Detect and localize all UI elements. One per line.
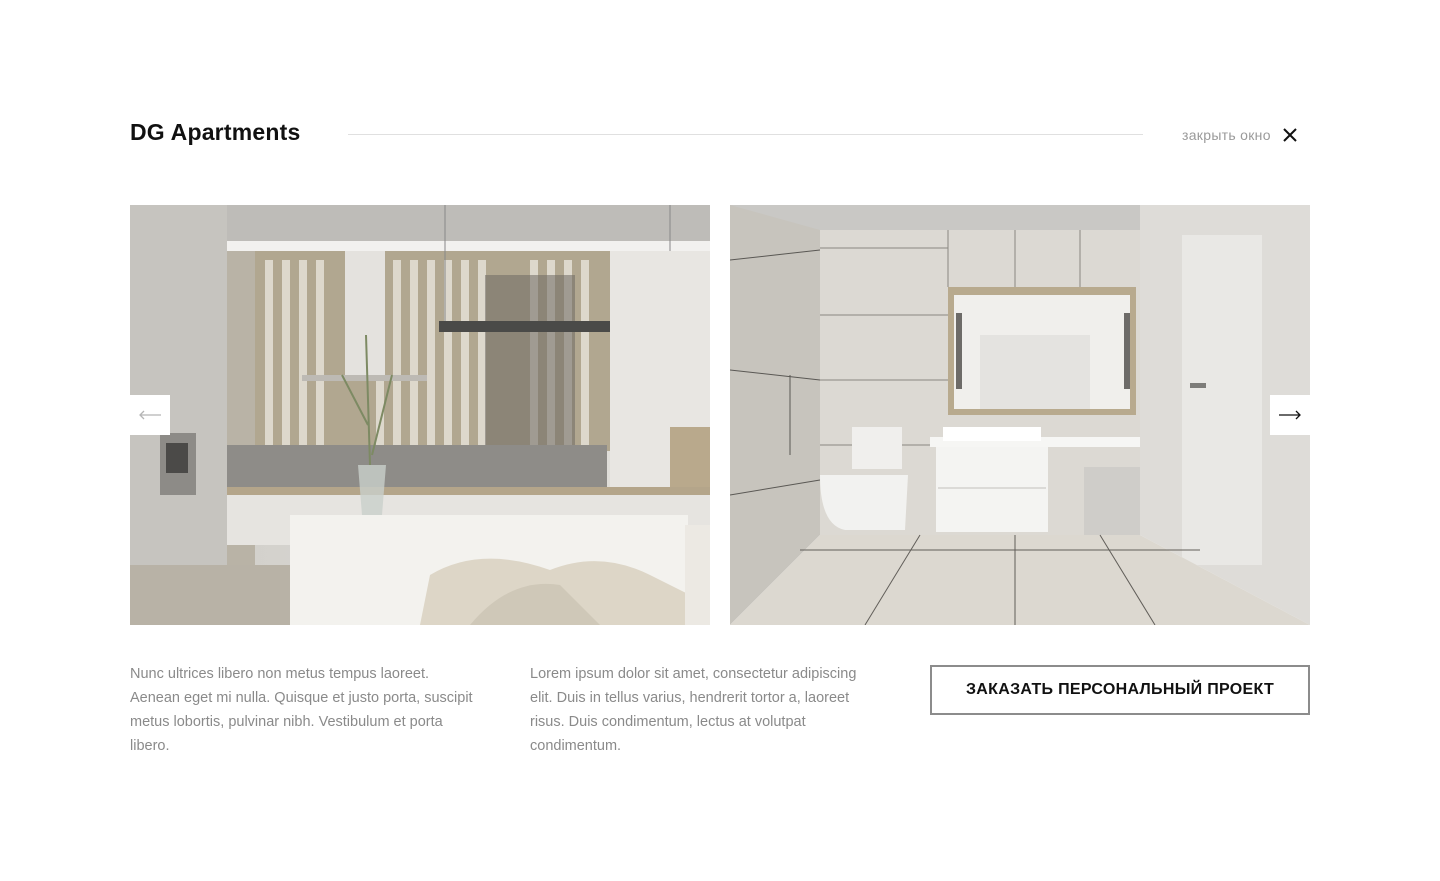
kitchen-illustration (130, 205, 710, 625)
gallery-next-button[interactable] (1270, 395, 1310, 435)
arrow-right-icon (1279, 410, 1301, 420)
order-personal-project-button[interactable]: ЗАКАЗАТЬ ПЕРСОНАЛЬНЫЙ ПРОЕКТ (930, 665, 1310, 715)
close-button[interactable]: закрыть окно (1182, 122, 1299, 148)
gallery-prev-button[interactable] (130, 395, 170, 435)
description-paragraph-2: Lorem ipsum dolor sit amet, consectetur … (530, 666, 857, 754)
header-divider (348, 134, 1143, 135)
gallery-image-kitchen (130, 205, 710, 625)
gallery-image-bathroom (730, 205, 1310, 625)
bathroom-illustration (730, 205, 1310, 625)
arrow-left-icon (139, 410, 161, 420)
close-icon (1283, 128, 1297, 142)
project-modal: DG Apartments закрыть окно Nunc ultrices… (0, 0, 1440, 881)
description-paragraph-1: Nunc ultrices libero non metus tempus la… (130, 666, 473, 754)
close-label: закрыть окно (1182, 127, 1271, 143)
project-title: DG Apartments (130, 119, 301, 145)
